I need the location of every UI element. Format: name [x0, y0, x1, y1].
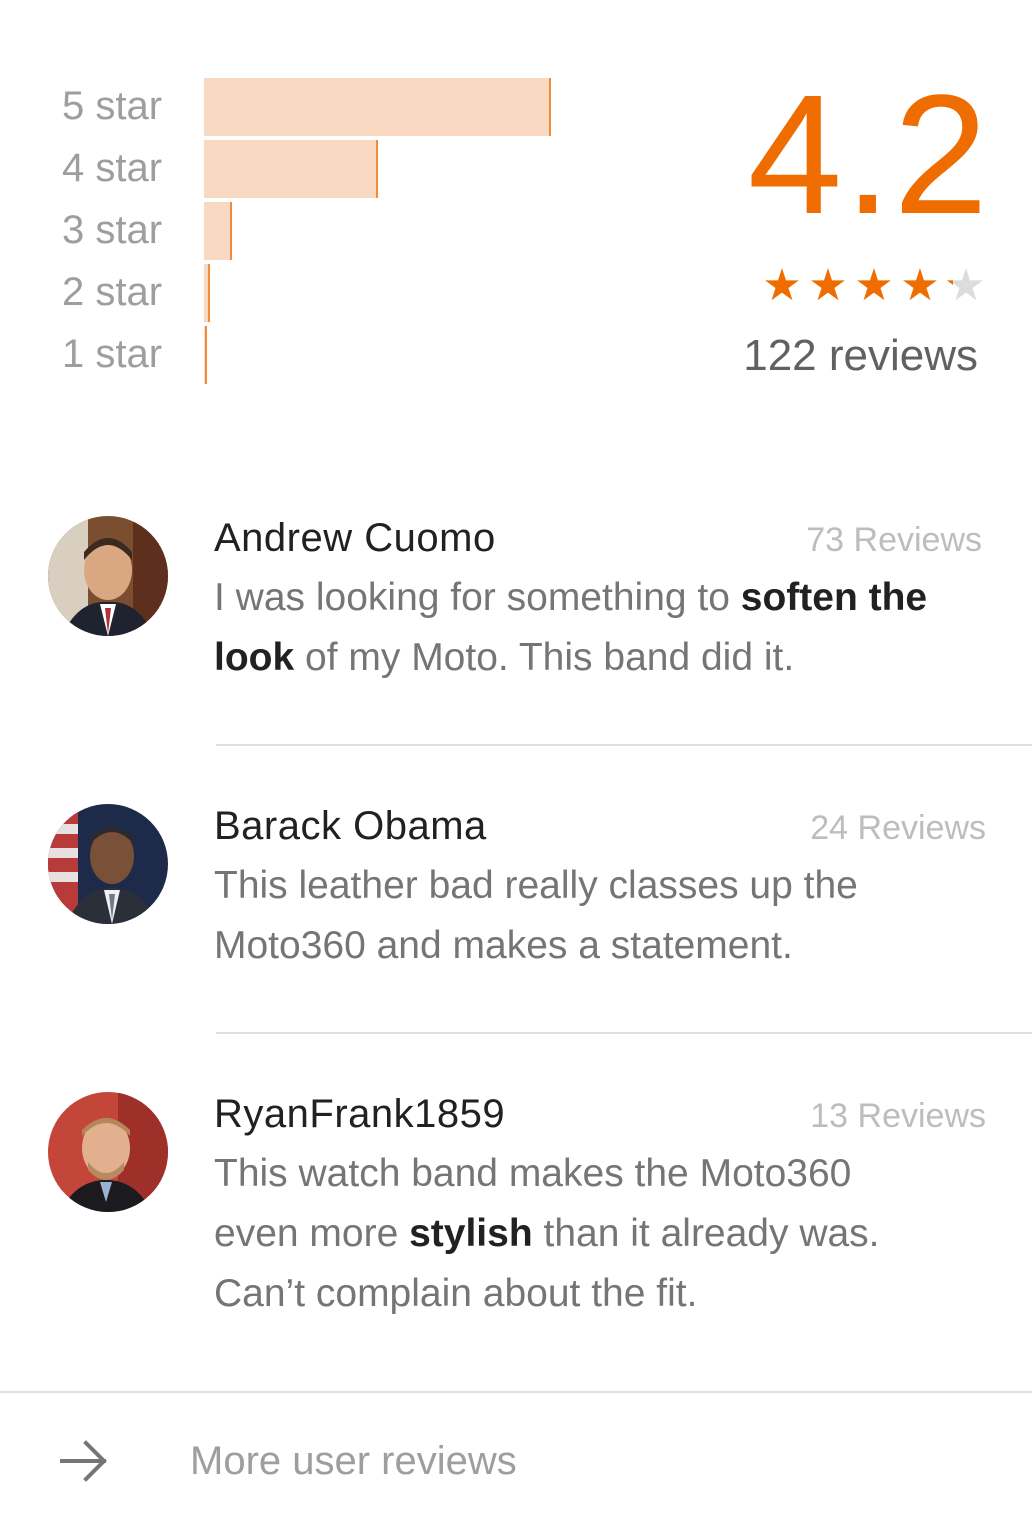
review-text-part: of my Moto. This band did it.	[294, 636, 795, 679]
rating-bar-3	[204, 202, 232, 260]
star-icon: ★	[854, 261, 894, 310]
review-text-part: This leather bad really classes up the M…	[214, 864, 858, 967]
review-text-part: I was looking for something to	[214, 576, 741, 619]
review-item[interactable]: Andrew Cuomo 73 Reviews I was looking fo…	[0, 500, 1032, 746]
reviewer-name: Andrew Cuomo	[214, 516, 496, 560]
arrow-right-icon	[58, 1439, 110, 1483]
star-rating: ★★★★★★	[760, 261, 985, 310]
reviewer-review-count: 13 Reviews	[810, 1097, 986, 1135]
rating-bar-1	[204, 326, 207, 384]
rating-bar-2	[204, 264, 210, 322]
portrait-man-flag-icon	[48, 804, 168, 924]
portrait-man-red-icon	[48, 1092, 168, 1212]
more-reviews-label: More user reviews	[190, 1439, 517, 1483]
total-reviews: 122 reviews	[743, 331, 978, 380]
rating-summary: 5 star 4 star 3 star 2 star 1 star 4.2 ★…	[0, 0, 1032, 420]
rating-label-3: 3 star	[62, 208, 163, 252]
star-icon: ★	[900, 261, 940, 310]
average-rating: 4.2	[747, 60, 990, 250]
reviewer-review-count: 73 Reviews	[806, 521, 982, 559]
portrait-man-suit-icon	[48, 516, 168, 636]
star-icon: ★★	[944, 262, 988, 310]
review-text-emphasis: stylish	[409, 1212, 533, 1255]
reviewer-review-count: 24 Reviews	[810, 809, 986, 847]
star-icon: ★	[762, 261, 802, 310]
star-partial-fill: ★	[944, 262, 953, 310]
review-text: I was looking for something to soften th…	[214, 568, 954, 688]
rating-label-1: 1 star	[62, 332, 163, 376]
reviewer-name: RyanFrank1859	[214, 1092, 506, 1136]
review-text: This watch band makes the Moto360 even m…	[214, 1144, 914, 1324]
rating-bar-4	[204, 140, 378, 198]
more-reviews-button[interactable]: More user reviews	[0, 1393, 1032, 1536]
rating-label-2: 2 star	[62, 270, 163, 314]
divider	[216, 744, 1032, 746]
review-item[interactable]: RyanFrank1859 13 Reviews This watch band…	[0, 1076, 1032, 1376]
rating-label-4: 4 star	[62, 146, 163, 190]
divider	[216, 1032, 1032, 1034]
review-item[interactable]: Barack Obama 24 Reviews This leather bad…	[0, 788, 1032, 1034]
star-icon: ★	[808, 261, 848, 310]
rating-bar-5	[204, 78, 551, 136]
rating-label-5: 5 star	[62, 84, 163, 128]
reviewer-name: Barack Obama	[214, 804, 487, 848]
review-text: This leather bad really classes up the M…	[214, 856, 934, 976]
